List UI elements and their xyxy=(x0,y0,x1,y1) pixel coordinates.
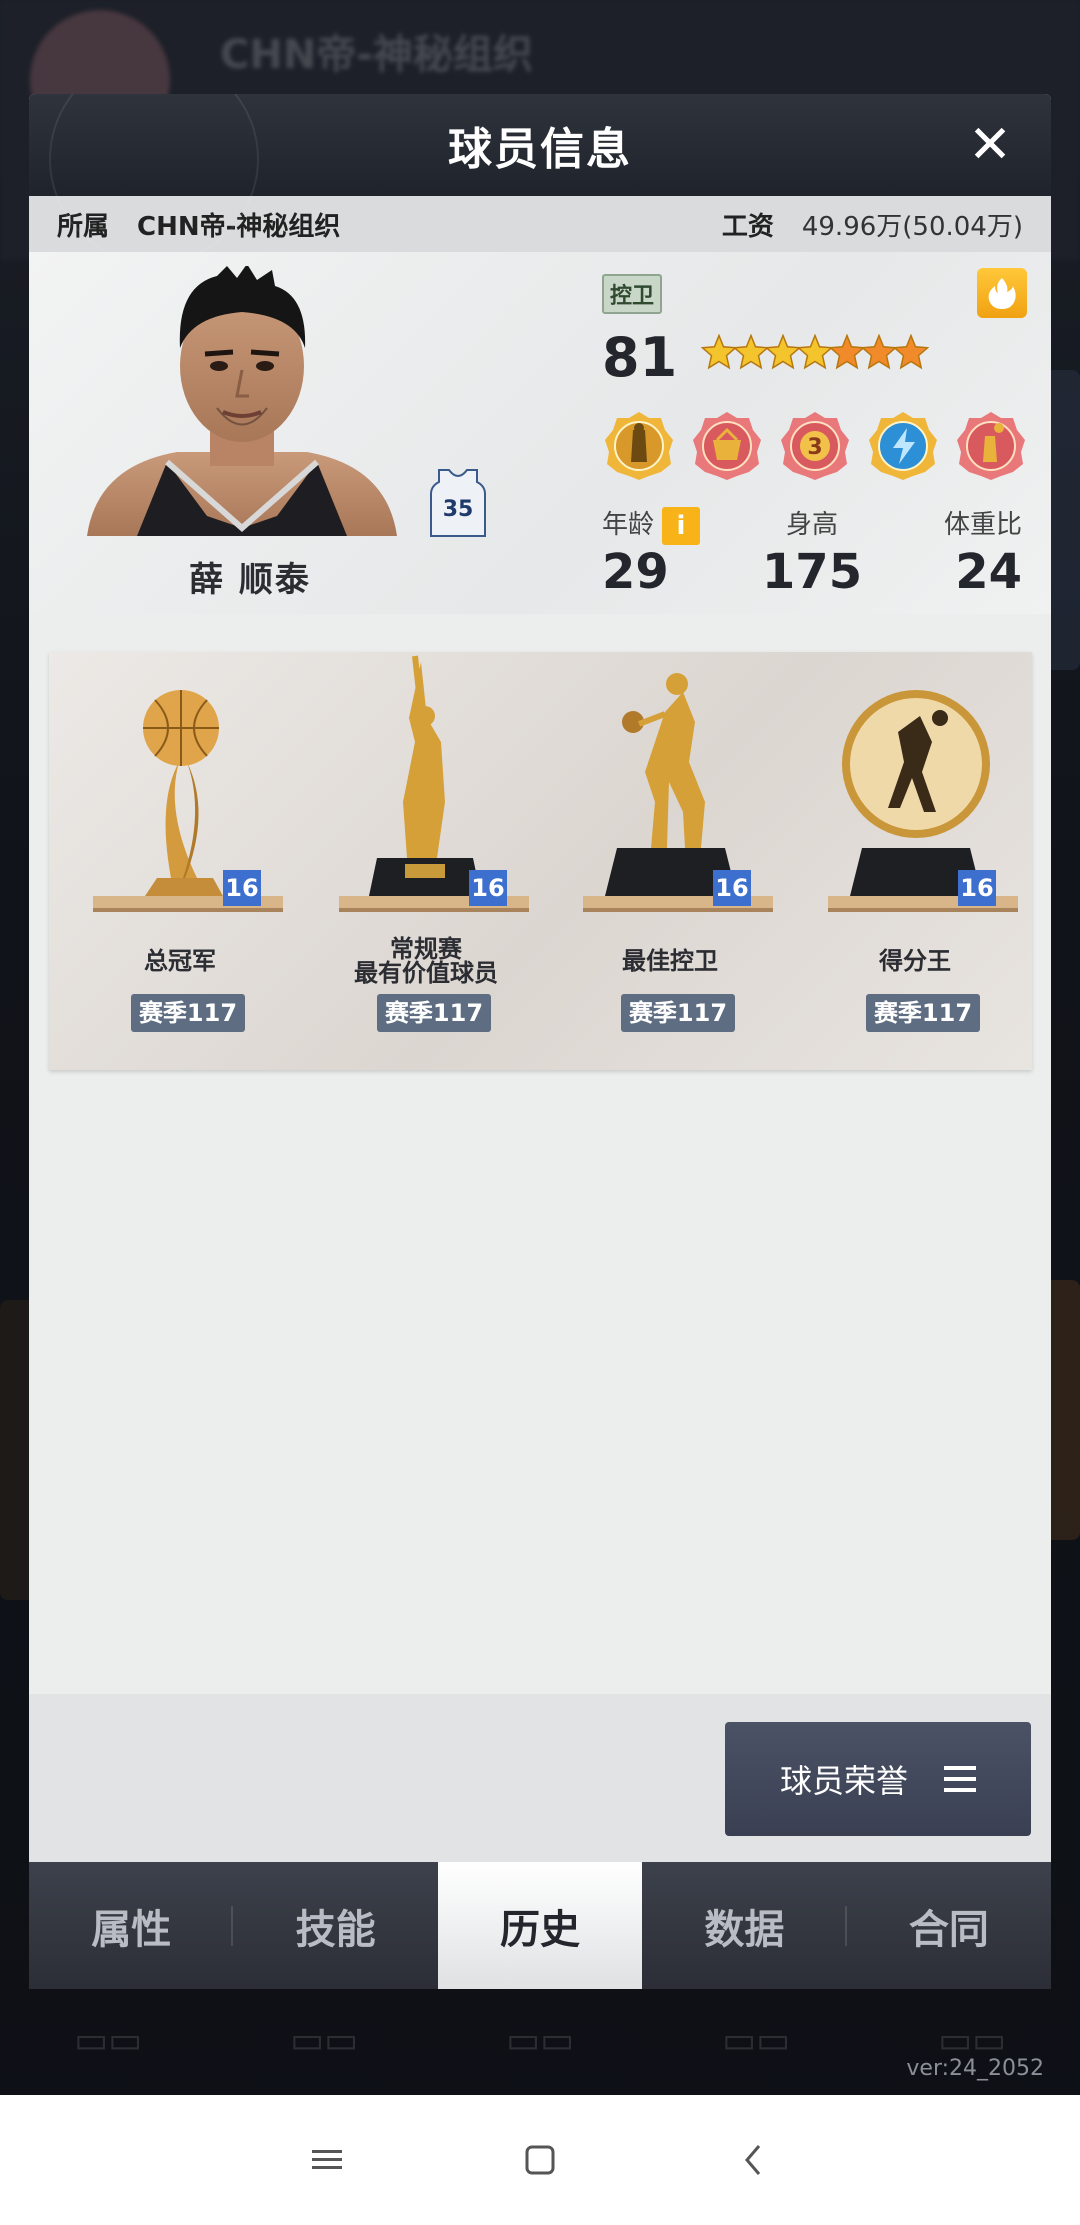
player-panel: 35 薛 顺泰 控卫 81 3 年龄 i 身高 体重比 29 175 24 xyxy=(29,252,1051,614)
stat-values: 29 175 24 xyxy=(602,544,1022,600)
system-nav-bar xyxy=(0,2095,1080,2225)
stat-labels: 年龄 i 身高 体重比 xyxy=(602,504,1022,545)
player-portrait xyxy=(67,266,417,536)
trophy-item[interactable]: 16 最佳控卫 赛季117 xyxy=(555,652,785,1070)
star-icon xyxy=(797,334,833,370)
player-honor-button[interactable]: 球员荣誉 xyxy=(725,1722,1031,1836)
svg-text:3: 3 xyxy=(807,435,822,460)
background-title: CHN帝-神秘组织 xyxy=(220,32,533,78)
season-tag: 赛季117 xyxy=(866,994,980,1032)
trophy-count: 16 xyxy=(223,870,261,906)
tab-history[interactable]: 历史 xyxy=(437,1862,643,1989)
trophy-item[interactable]: 16 总冠军 赛季117 xyxy=(65,652,295,1070)
trophy-item[interactable]: 16 常规赛 最有价值球员 赛季117 xyxy=(311,652,541,1070)
info-icon[interactable]: i xyxy=(662,506,701,545)
skill-badges: 3 xyxy=(603,410,1027,482)
close-button[interactable]: ✕ xyxy=(965,119,1015,171)
trophy-shelf: 16 总冠军 赛季117 16 常规赛 最有价值球员 赛季117 16 最佳控卫… xyxy=(49,652,1032,1070)
modal-header: 球员信息 ✕ xyxy=(29,94,1051,264)
trophy-name-line2: 最有价值球员 xyxy=(354,959,498,987)
trophy-count: 16 xyxy=(713,870,751,906)
player-honor-label: 球员荣誉 xyxy=(779,1762,908,1800)
star-icon xyxy=(861,334,897,370)
player-name: 薛 顺泰 xyxy=(189,560,311,600)
star-icon xyxy=(829,334,865,370)
skill-badge-post-icon xyxy=(605,412,673,480)
tab-skills[interactable]: 技能 xyxy=(233,1862,437,1989)
tab-contract[interactable]: 合同 xyxy=(847,1862,1051,1989)
footer-area: 球员荣誉 xyxy=(29,1694,1051,1862)
weight-ratio-label: 体重比 xyxy=(943,510,1022,540)
season-tag: 赛季117 xyxy=(377,994,491,1032)
tab-attributes[interactable]: 属性 xyxy=(29,1862,234,1989)
skill-badge-defense-icon xyxy=(693,412,761,480)
overall-rating: 81 xyxy=(602,326,678,389)
trophy-count: 16 xyxy=(958,870,996,906)
star-icon xyxy=(893,334,929,370)
skill-badge-speed-icon xyxy=(869,412,937,480)
home-button[interactable] xyxy=(510,2130,570,2190)
weight-ratio-value: 24 xyxy=(955,544,1022,600)
skill-badge-three-point-icon: 3 xyxy=(781,412,849,480)
salary-label: 工资 xyxy=(721,211,774,242)
skill-badge-shooting-icon xyxy=(957,412,1025,480)
star-icon xyxy=(733,334,769,370)
height-label: 身高 xyxy=(785,510,838,540)
salary-value: 49.96万(50.04万) xyxy=(801,211,1023,242)
modal-title: 球员信息 xyxy=(448,124,632,175)
jersey-number-text: 35 xyxy=(443,497,474,522)
back-chevron-icon xyxy=(745,2145,761,2175)
tab-bar: 属性 技能 历史 数据 合同 xyxy=(29,1862,1051,1989)
tab-data[interactable]: 数据 xyxy=(642,1862,848,1989)
jersey-number-icon: 35 xyxy=(429,468,487,538)
recents-button[interactable] xyxy=(297,2130,357,2190)
player-info-modal: 球员信息 ✕ 所属 CHN帝-神秘组织 工资 49.96万(50.04万) 35… xyxy=(29,94,1051,1989)
menu-icon xyxy=(944,1766,976,1792)
age-label: 年龄 xyxy=(602,510,655,540)
fire-icon xyxy=(988,278,1016,309)
trophy-name: 最佳控卫 xyxy=(622,947,718,975)
back-button[interactable] xyxy=(723,2130,783,2190)
trophy-name: 得分王 xyxy=(879,947,951,975)
star-icon xyxy=(701,334,737,370)
position-badge: 控卫 xyxy=(602,274,663,314)
trophy-item[interactable]: 16 得分王 赛季117 xyxy=(800,652,1030,1070)
close-icon: ✕ xyxy=(968,115,1012,175)
home-square-icon xyxy=(525,2145,555,2175)
trophy-count: 16 xyxy=(469,870,507,906)
version-label: ver:24_2052 xyxy=(906,2056,1044,2081)
trophy-name: 总冠军 xyxy=(144,947,216,975)
season-tag: 赛季117 xyxy=(131,994,245,1032)
height-value: 175 xyxy=(761,544,863,600)
fire-button[interactable] xyxy=(977,268,1027,318)
star-icon xyxy=(765,334,801,370)
season-tag: 赛季117 xyxy=(621,994,735,1032)
menu-icon xyxy=(311,2150,342,2169)
age-value: 29 xyxy=(602,544,669,600)
star-rating xyxy=(701,334,929,370)
